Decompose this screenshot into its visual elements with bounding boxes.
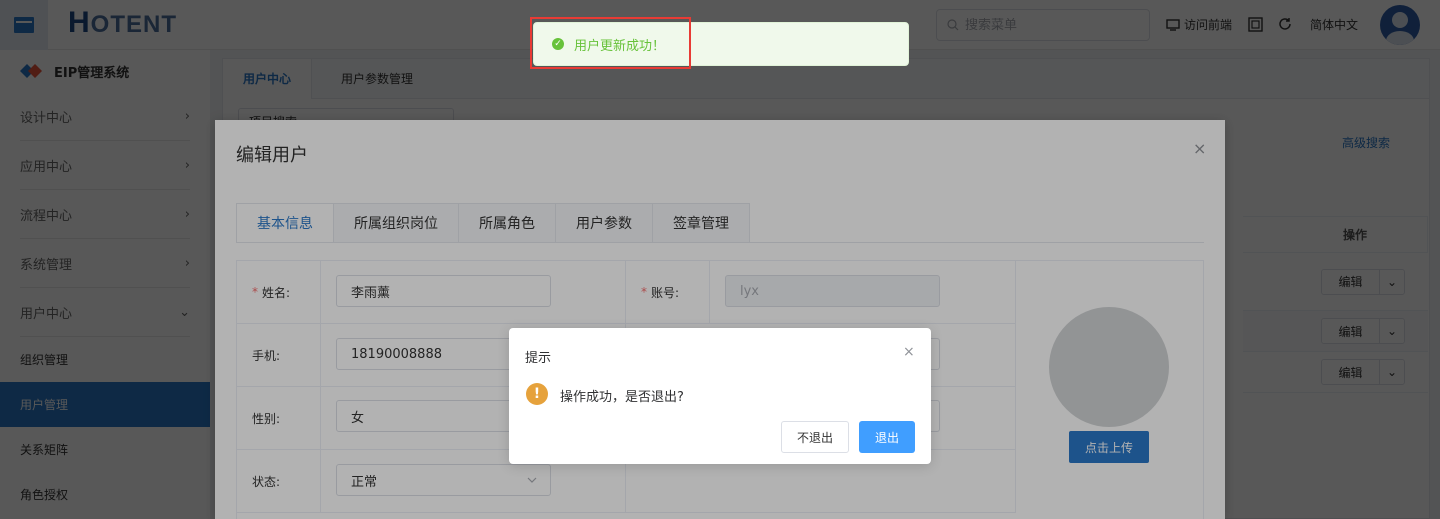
- close-icon[interactable]: ×: [903, 344, 915, 360]
- exit-label: 退出: [874, 430, 899, 445]
- toast-highlight-box: [530, 17, 691, 69]
- stay-label: 不退出: [796, 430, 833, 445]
- confirm-dialog: 提示 × ! 操作成功，是否退出? 不退出 退出: [509, 328, 931, 464]
- confirm-title: 提示: [525, 351, 552, 366]
- warning-icon: !: [526, 383, 548, 405]
- stay-button[interactable]: 不退出: [781, 421, 849, 453]
- confirm-message: 操作成功，是否退出?: [560, 390, 684, 405]
- exit-button[interactable]: 退出: [859, 421, 915, 453]
